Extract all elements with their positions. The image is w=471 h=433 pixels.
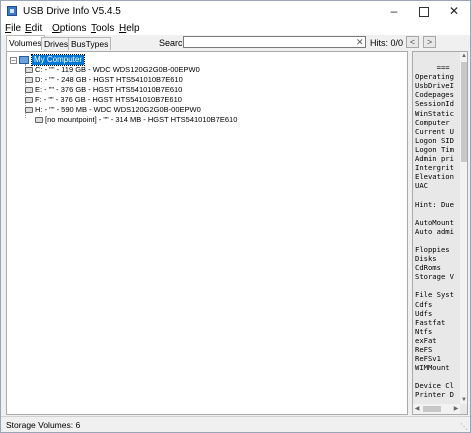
drive-icon bbox=[25, 77, 33, 83]
computer-icon bbox=[19, 56, 29, 64]
tab-bustypes[interactable]: BusTypes bbox=[68, 37, 112, 50]
details-line: Storage V bbox=[415, 272, 454, 282]
details-line: Cdfs bbox=[415, 299, 433, 309]
details-line bbox=[415, 372, 459, 381]
details-line: ReFSv1 bbox=[415, 354, 441, 364]
details-line bbox=[415, 54, 459, 63]
volume-tree[interactable]: – My Computer C: - "" - 119 GB - WDC WDS… bbox=[6, 51, 408, 415]
drive-icon bbox=[25, 87, 33, 93]
tree-item-no-mountpoint[interactable]: [no mountpoint] - "" - 314 MB - HGST HTS… bbox=[7, 115, 407, 125]
app-icon bbox=[7, 6, 17, 16]
next-hit-button[interactable]: > bbox=[423, 36, 436, 48]
details-pane[interactable]: === Operating UsbDriveI Codepages SessionId W… bbox=[412, 51, 468, 415]
details-line: Floppies bbox=[415, 244, 450, 254]
drive-icon bbox=[25, 97, 33, 103]
tree-item-label: C: - "" - 119 GB - WDC WDS120G2G0B-00EPW… bbox=[35, 65, 200, 74]
details-line: exFat bbox=[415, 335, 437, 345]
scroll-left-icon[interactable]: ◀ bbox=[413, 405, 421, 413]
resize-grip-icon[interactable]: ⋱ bbox=[460, 422, 468, 431]
tab-volumes[interactable]: Volumes bbox=[6, 35, 45, 51]
details-line: Elevation bbox=[415, 172, 454, 182]
menu-bar: File Edit Options Tools Help bbox=[1, 22, 470, 35]
maximize-icon bbox=[419, 6, 429, 17]
details-line: SessionId bbox=[415, 99, 454, 109]
title-bar: USB Drive Info V5.4.5 – ✕ bbox=[1, 1, 470, 22]
search-input[interactable] bbox=[183, 36, 366, 48]
maximize-button[interactable] bbox=[409, 1, 439, 22]
details-line: Codepages bbox=[415, 90, 454, 100]
details-line: === bbox=[415, 63, 450, 73]
drive-icon bbox=[25, 107, 33, 113]
tree-root[interactable]: – My Computer bbox=[7, 54, 207, 66]
details-line: Current U bbox=[415, 126, 454, 136]
details-line: Operating bbox=[415, 72, 454, 82]
tab-drives[interactable]: Drives bbox=[41, 37, 72, 50]
status-text: Storage Volumes: 6 bbox=[6, 420, 81, 430]
details-horizontal-scrollbar[interactable]: ◀ ▶ bbox=[413, 404, 460, 414]
drive-icon bbox=[25, 67, 33, 73]
tree-item-label: E: - "" - 376 GB - HGST HTS541010B7E610 bbox=[35, 85, 183, 94]
hits-counter: Hits: 0/0 bbox=[370, 38, 404, 48]
details-line: UsbDriveI bbox=[415, 81, 454, 91]
window-title: USB Drive Info V5.4.5 bbox=[23, 6, 121, 17]
details-line: Printer D bbox=[415, 390, 454, 400]
drive-icon bbox=[35, 117, 43, 123]
details-line bbox=[415, 236, 459, 245]
details-text: === Operating UsbDriveI Codepages SessionId W… bbox=[415, 54, 459, 400]
details-line: Disks bbox=[415, 254, 437, 264]
details-line: CdRoms bbox=[415, 263, 441, 273]
scroll-down-icon[interactable]: ▼ bbox=[460, 396, 467, 404]
minimize-button[interactable]: – bbox=[379, 1, 409, 22]
menu-file[interactable]: File bbox=[5, 23, 21, 34]
tree-item-label: [no mountpoint] - "" - 314 MB - HGST HTS… bbox=[45, 115, 238, 124]
details-line: UAC bbox=[415, 181, 428, 191]
app-window: USB Drive Info V5.4.5 – ✕ File Edit Opti… bbox=[0, 0, 471, 433]
details-line: Logon SID bbox=[415, 135, 454, 145]
details-line: WIMMount bbox=[415, 363, 450, 373]
scroll-right-icon[interactable]: ▶ bbox=[452, 405, 460, 413]
details-line bbox=[415, 190, 459, 199]
details-line: Computer bbox=[415, 117, 450, 127]
details-line: File Syst bbox=[415, 290, 454, 300]
tree-root-label[interactable]: My Computer bbox=[30, 54, 86, 66]
details-vertical-scrollbar[interactable]: ▲ ▼ bbox=[460, 52, 467, 404]
menu-edit[interactable]: Edit bbox=[25, 23, 42, 34]
details-line bbox=[415, 209, 459, 218]
menu-tools[interactable]: Tools bbox=[91, 23, 114, 34]
menu-help[interactable]: Help bbox=[119, 23, 140, 34]
status-bar: Storage Volumes: 6 ⋱ bbox=[1, 416, 470, 432]
details-line: Logon Tim bbox=[415, 144, 454, 154]
details-line: Fastfat bbox=[415, 317, 446, 327]
menu-options[interactable]: Options bbox=[52, 23, 86, 34]
tree-item-e[interactable]: E: - "" - 376 GB - HGST HTS541010B7E610 bbox=[7, 85, 407, 95]
details-line bbox=[415, 281, 459, 290]
tree-item-h[interactable]: H: - "" - 590 MB - WDC WDS120G2G0B-00EPW… bbox=[7, 105, 407, 115]
tree-item-c[interactable]: C: - "" - 119 GB - WDC WDS120G2G0B-00EPW… bbox=[7, 65, 407, 75]
tree-item-label: H: - "" - 590 MB - WDC WDS120G2G0B-00EPW… bbox=[35, 105, 201, 114]
details-line: Auto admi bbox=[415, 226, 454, 236]
tree-item-f[interactable]: F: - "" - 376 GB - HGST HTS541010B7E610 bbox=[7, 95, 407, 105]
details-line: Ntfs bbox=[415, 326, 433, 336]
details-line: Intergrit bbox=[415, 163, 454, 173]
tree-item-label: D: - "" - 248 GB - HGST HTS541010B7E610 bbox=[35, 75, 183, 84]
toolbar: Volumes Drives BusTypes Search: ✕ Hits: … bbox=[1, 35, 470, 51]
details-line: Udfs bbox=[415, 308, 433, 318]
details-line: Hint: Due bbox=[415, 199, 454, 209]
tree-item-label: F: - "" - 376 GB - HGST HTS541010B7E610 bbox=[35, 95, 182, 104]
details-line: Device Cl bbox=[415, 381, 454, 391]
details-line: AutoMount bbox=[415, 217, 454, 227]
horizontal-scroll-thumb[interactable] bbox=[423, 406, 441, 412]
tree-item-d[interactable]: D: - "" - 248 GB - HGST HTS541010B7E610 bbox=[7, 75, 407, 85]
close-button[interactable]: ✕ bbox=[439, 1, 469, 22]
details-line: WinStatic bbox=[415, 108, 454, 118]
clear-search-icon[interactable]: ✕ bbox=[356, 37, 364, 48]
details-line: Admin pri bbox=[415, 154, 454, 164]
collapse-icon[interactable]: – bbox=[10, 57, 17, 64]
scroll-up-icon[interactable]: ▲ bbox=[460, 52, 467, 60]
vertical-scroll-thumb[interactable] bbox=[461, 62, 467, 162]
previous-hit-button[interactable]: < bbox=[406, 36, 419, 48]
details-line: ReFS bbox=[415, 345, 433, 354]
